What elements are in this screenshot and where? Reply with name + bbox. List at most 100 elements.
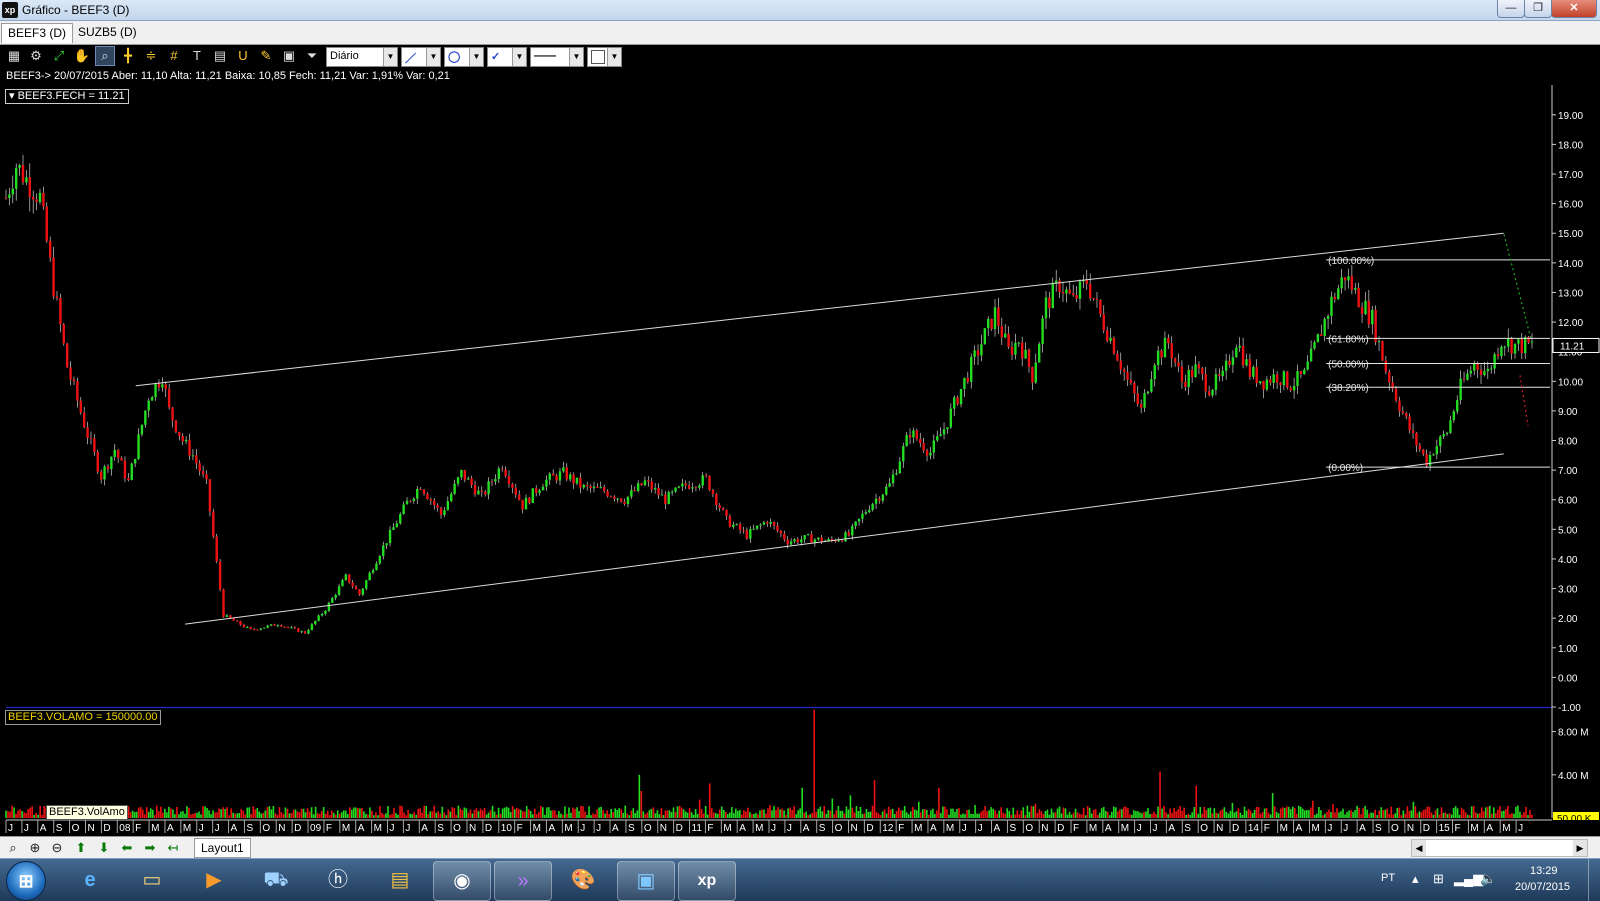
volume-bar <box>548 807 550 818</box>
candle <box>970 356 973 382</box>
volume-bar <box>288 813 291 818</box>
volume-bar <box>1521 814 1523 818</box>
volume-bar <box>220 809 222 818</box>
volume-bar <box>556 814 558 818</box>
candle <box>215 536 218 562</box>
volume-bar <box>610 809 612 818</box>
fibonacci-level-label: (0.00%) <box>1328 463 1363 474</box>
volume-bar <box>582 806 584 818</box>
candle <box>759 524 762 526</box>
volume-bar <box>226 807 228 818</box>
arrow-back-icon[interactable]: ↤ <box>164 839 182 856</box>
volume-bar <box>857 811 860 818</box>
volume-bar <box>845 806 848 818</box>
volume-bar <box>718 809 721 818</box>
horizontal-scrollbar[interactable]: ◀ ▶ <box>1411 839 1588 857</box>
volume-bar <box>867 812 870 818</box>
candle <box>1337 288 1340 300</box>
volume-bar <box>1396 808 1399 818</box>
volume-bar <box>411 814 413 818</box>
volume-bar <box>322 807 325 818</box>
volume-bar <box>375 812 377 818</box>
forward-app-icon[interactable]: » <box>494 861 552 901</box>
candle <box>701 475 704 486</box>
volume-bar <box>451 807 454 818</box>
candle <box>888 483 891 487</box>
photo-viewer-icon[interactable]: ▣ <box>617 861 675 901</box>
candle <box>698 485 701 488</box>
zoom-in-icon[interactable]: ⊕ <box>26 839 44 856</box>
time-axis-label: A <box>739 823 746 834</box>
volume-bar <box>1442 812 1445 818</box>
remote-access-icon[interactable]: ⛟ <box>248 861 304 899</box>
media-player-icon[interactable]: ▶ <box>186 861 242 899</box>
volume-bar <box>9 811 11 818</box>
arrow-left-icon[interactable]: ⬅ <box>118 839 136 856</box>
time-axis-label: D <box>1232 823 1239 834</box>
candle <box>562 467 565 472</box>
chart-area[interactable]: (100.00%) (61.80%) (50.00%) (38.20%) (0.00%)… <box>0 0 1600 836</box>
candle <box>256 629 259 631</box>
arrow-down-icon[interactable]: ⬇ <box>95 839 113 856</box>
hp-icon[interactable]: ⓗ <box>310 861 366 899</box>
candle <box>1507 338 1510 347</box>
volume-bar <box>270 809 273 818</box>
price-axis-label: 14.00 <box>1558 259 1583 270</box>
candle <box>409 500 412 502</box>
volume-bar <box>236 813 239 818</box>
volume-bar <box>668 810 671 818</box>
network-signal-icon[interactable]: ▂▄▆ <box>1454 871 1483 887</box>
time-axis-label: O <box>1025 823 1033 834</box>
internet-explorer-icon[interactable]: e <box>62 861 118 899</box>
candle <box>514 487 517 495</box>
volume-bar <box>429 811 432 818</box>
volume-bar <box>517 808 520 818</box>
volume-bar <box>1127 808 1129 818</box>
volume-bar <box>389 814 391 818</box>
arrow-up-icon[interactable]: ⬆ <box>72 839 90 856</box>
zoom-out-icon[interactable]: ⊖ <box>48 839 66 856</box>
windows-flag-icon[interactable]: ⊞ <box>1433 871 1444 887</box>
volume-bar <box>258 811 261 818</box>
start-button[interactable]: ⊞ <box>6 861 46 901</box>
candle <box>1051 282 1054 309</box>
paint-icon[interactable]: 🎨 <box>555 861 611 899</box>
volume-bar <box>310 807 313 818</box>
time-axis-label: O <box>1391 823 1399 834</box>
clock-time[interactable]: 13:29 <box>1530 865 1558 877</box>
volume-bar <box>648 810 651 818</box>
candle <box>1092 298 1095 300</box>
volume-bar <box>777 807 779 818</box>
layout-tab[interactable]: Layout1 <box>194 838 251 858</box>
scroll-left-icon[interactable]: ◀ <box>1412 840 1426 856</box>
show-desktop-button[interactable] <box>1588 859 1600 901</box>
time-axis-label: J <box>596 823 601 834</box>
volume-bar <box>326 810 329 818</box>
volume-icon[interactable]: 🔈 <box>1480 871 1496 887</box>
file-explorer-icon[interactable]: ▭ <box>124 861 180 899</box>
language-indicator[interactable]: PT <box>1381 872 1395 884</box>
arrow-right-icon[interactable]: ➡ <box>141 839 159 856</box>
volume-bar <box>735 808 737 818</box>
volume-legend[interactable]: BEEF3.VOLAMO = 150000.00 <box>5 710 161 725</box>
volume-bar <box>1376 815 1378 818</box>
chrome-icon[interactable]: ◉ <box>433 861 491 901</box>
zoom-icon[interactable]: ⌕ <box>4 839 22 856</box>
candle <box>640 483 643 486</box>
volume-bar <box>447 809 450 818</box>
volume-bar <box>1281 807 1284 818</box>
volume-bar <box>1165 812 1167 818</box>
show-hidden-icons-icon[interactable]: ▴ <box>1412 871 1419 887</box>
volume-bar <box>998 810 1001 818</box>
candle <box>4 197 8 199</box>
volume-bar <box>546 807 548 818</box>
volume-bar <box>1346 812 1348 818</box>
scroll-right-icon[interactable]: ▶ <box>1573 840 1587 856</box>
volume-bar <box>837 805 840 818</box>
presentation-icon[interactable]: ▤ <box>372 861 428 899</box>
candle <box>871 503 874 510</box>
xp-app-icon[interactable]: xp <box>678 861 736 901</box>
clock-date[interactable]: 20/07/2015 <box>1515 881 1570 893</box>
volume-bar <box>188 807 190 818</box>
volume-bar <box>1125 806 1127 818</box>
